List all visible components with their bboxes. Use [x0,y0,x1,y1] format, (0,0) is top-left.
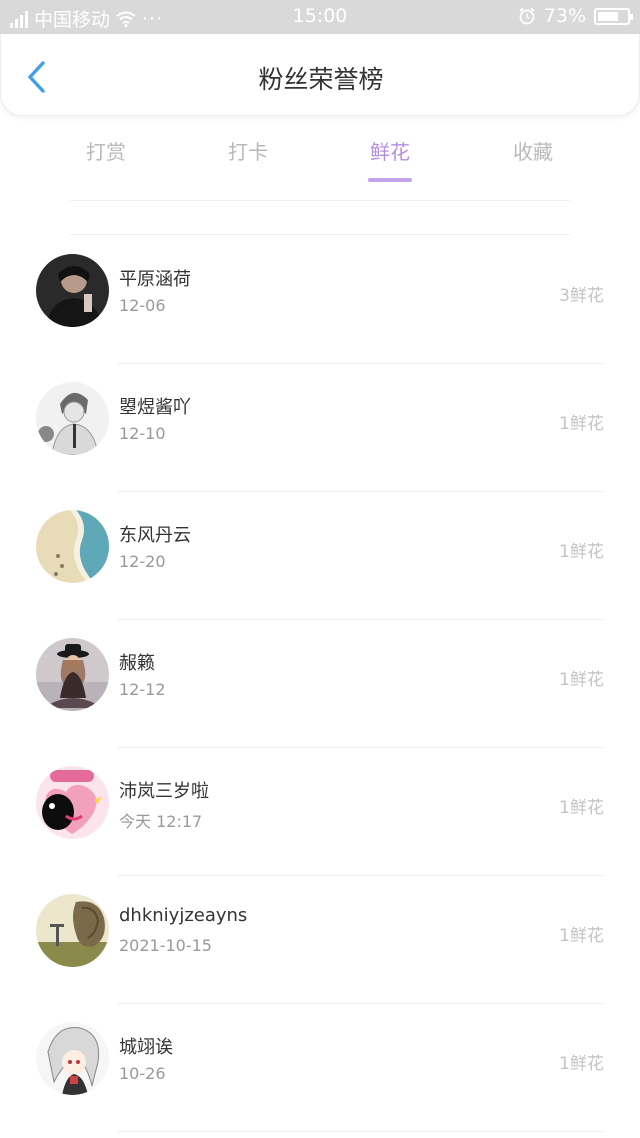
row-divider [118,1131,604,1132]
avatar[interactable] [36,382,109,455]
avatar-girl-hat [36,638,109,711]
nav-bar: 粉丝荣誉榜 [0,34,640,116]
fan-name: 东风丹云 [119,525,191,546]
fan-name: 曌煜酱吖 [119,397,191,418]
battery-percent: 73% [543,5,586,27]
list-item[interactable]: 赧籁 12-12 1鲜花 [0,620,640,748]
avatar[interactable] [36,894,109,967]
tab-label: 打赏 [86,140,126,164]
status-right: 73% [518,5,633,27]
tab-label: 鲜花 [370,140,410,164]
avatar-anime-sketch [36,382,109,455]
avatar[interactable] [36,510,109,583]
tab-label: 收藏 [513,140,553,164]
flower-count: 1鲜花 [559,798,604,818]
list-item[interactable]: 曌煜酱吖 12-10 1鲜花 [0,364,640,492]
avatar[interactable] [36,254,109,327]
avatar-anime-girl [36,1022,109,1095]
flower-count: 1鲜花 [559,542,604,562]
fan-name: dhkniyjzeayns [119,905,248,926]
flower-count: 1鲜花 [559,414,604,434]
list-item[interactable]: 东风丹云 12-20 1鲜花 [0,492,640,620]
tab-flowers[interactable]: 鲜花 [330,136,450,182]
active-tab-indicator [368,178,412,182]
avatar-tree-landscape [36,894,109,967]
tab-reward[interactable]: 打赏 [46,136,166,165]
flower-count: 1鲜花 [559,926,604,946]
list-item[interactable]: dhkniyjzeayns 2021-10-15 1鲜花 [0,876,640,1004]
tab-favorites[interactable]: 收藏 [473,136,593,165]
tab-bar: 打赏 打卡 鲜花 收藏 [0,130,640,186]
fan-date: 12-10 [119,424,166,443]
list-item[interactable]: 城翊诶 10-26 1鲜花 [0,1004,640,1132]
fan-list: 平原涵荷 12-06 3鲜花 曌煜酱吖 12-10 1鲜花 东风丹云 12-20… [0,236,640,1132]
avatar[interactable] [36,1022,109,1095]
tab-label: 打卡 [228,140,268,164]
list-item[interactable]: 沛岚三岁啦 今天 12:17 1鲜花 [0,748,640,876]
avatar-beach [36,510,109,583]
fan-date: 12-12 [119,680,166,699]
flower-count: 1鲜花 [559,1054,604,1074]
alarm-icon [519,7,535,25]
page-title: 粉丝荣誉榜 [258,65,384,94]
battery-icon [594,7,633,25]
avatar[interactable] [36,638,109,711]
fan-date: 12-20 [119,552,166,571]
avatar-pink-heart [36,766,109,839]
flower-count: 1鲜花 [559,670,604,690]
flower-count: 3鲜花 [559,286,604,306]
fan-name: 平原涵荷 [119,269,191,290]
avatar-dark-portrait [36,254,109,327]
fan-name: 城翊诶 [119,1037,173,1058]
list-item[interactable]: 平原涵荷 12-06 3鲜花 [0,236,640,364]
fan-date: 今天 12:17 [119,812,203,831]
tab-checkin[interactable]: 打卡 [188,136,308,165]
fan-date: 12-06 [119,296,166,315]
divider [70,200,570,201]
battery-fill [598,11,619,21]
fan-date: 2021-10-15 [119,936,212,955]
status-bar: 中国移动 ··· 15:00 73% [0,0,640,34]
fan-name: 赧籁 [119,653,155,674]
fan-name: 沛岚三岁啦 [119,781,209,802]
fan-date: 10-26 [119,1064,166,1083]
divider [70,234,570,235]
avatar[interactable] [36,766,109,839]
